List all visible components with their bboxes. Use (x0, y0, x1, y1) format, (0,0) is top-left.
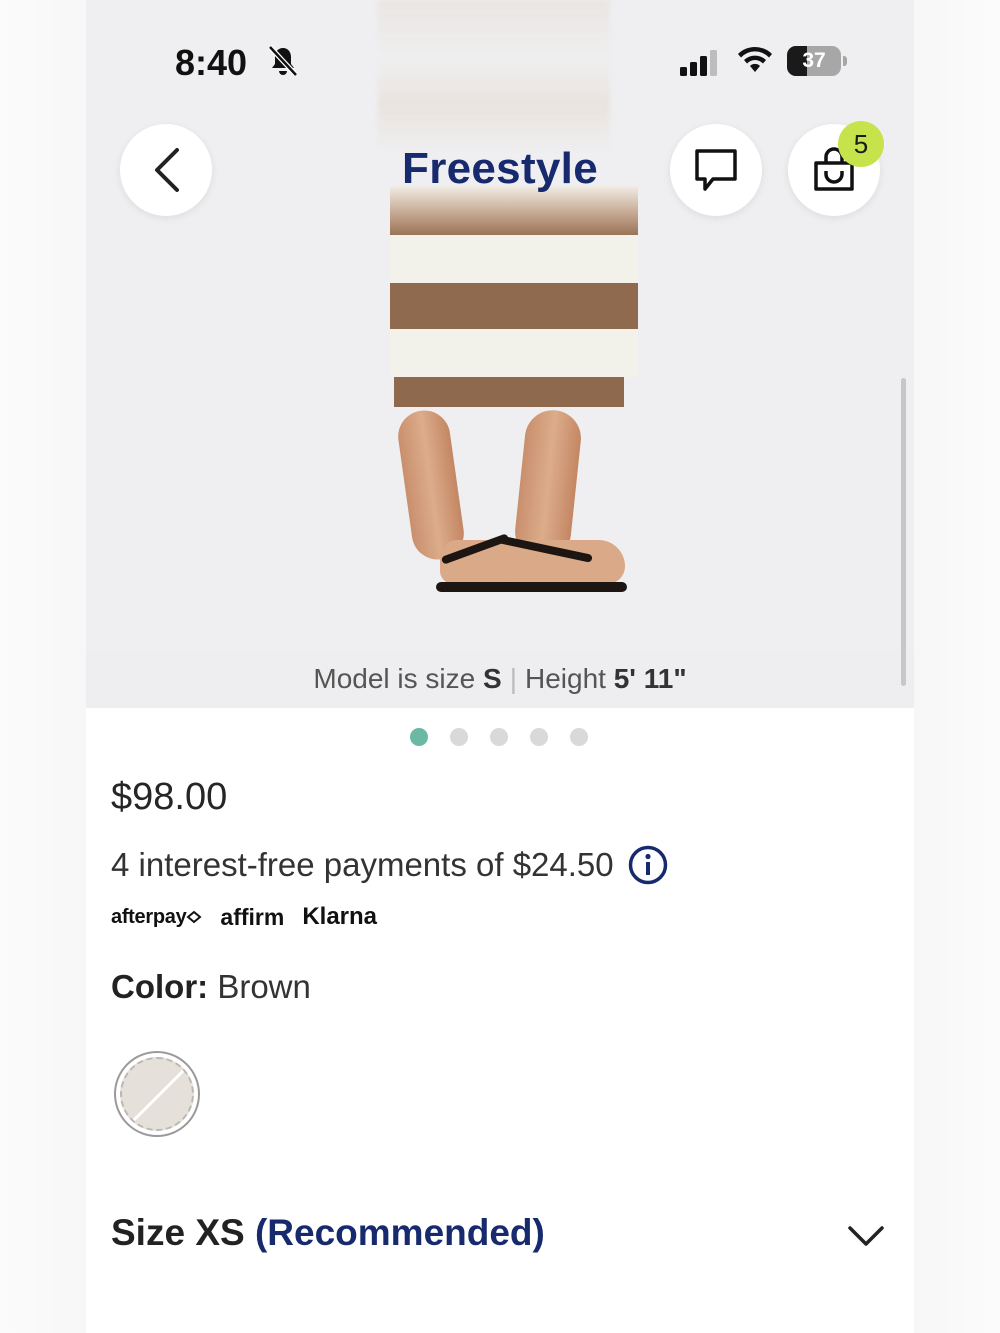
chat-button[interactable] (670, 124, 762, 216)
page-gutter-right (914, 0, 1000, 1333)
page-gutter-left (0, 0, 86, 1333)
affirm-logo: affirm (220, 903, 285, 930)
afterpay-arrows-icon (186, 910, 202, 924)
caption-divider: | (509, 663, 517, 694)
battery-level: 37 (802, 49, 826, 72)
sandal-right (505, 582, 627, 592)
chevron-down-icon[interactable] (846, 1218, 886, 1254)
carousel-dot[interactable] (570, 728, 588, 746)
chevron-left-icon (155, 148, 179, 192)
model-caption: Model is size S | Height 5' 11" (86, 650, 914, 708)
bell-off-icon (268, 45, 298, 77)
afterpay-logo: afterpay (111, 905, 187, 928)
installments-text: 4 interest-free payments of $24.50 (111, 846, 614, 883)
carousel-dot[interactable] (530, 728, 548, 746)
chat-bubble-icon (695, 149, 737, 191)
signal-icon (680, 50, 717, 76)
color-value: Brown (217, 968, 311, 1005)
cart-count-badge: 5 (838, 121, 884, 167)
wifi-icon (738, 46, 772, 72)
caption-height-value: 5' 11" (613, 663, 687, 694)
carousel-dot[interactable] (490, 728, 508, 746)
unavailable-slash-icon (126, 1066, 188, 1128)
product-skirt (390, 185, 638, 413)
battery-icon: 37 (787, 46, 847, 76)
payment-providers: afterpay affirm Klarna (111, 903, 377, 931)
caption-height-label: Height (524, 663, 606, 694)
caption-size-value: S (483, 663, 502, 694)
color-swatch-brown[interactable] (114, 1051, 200, 1137)
size-label: Size XS (111, 1212, 245, 1253)
color-label: Color: (111, 968, 209, 1005)
carousel-dots (410, 728, 588, 746)
product-image[interactable] (86, 0, 914, 708)
caption-size-label: Model is size (313, 663, 476, 694)
back-button[interactable] (120, 124, 212, 216)
klarna-logo: Klarna (302, 903, 378, 930)
size-recommended-note: (Recommended) (254, 1212, 545, 1253)
page-title: Freestyle (402, 144, 598, 193)
product-photo-top (378, 0, 610, 150)
product-price: $98.00 (111, 776, 228, 818)
color-selector-label: Color: Brown (111, 968, 311, 1006)
carousel-dot[interactable] (410, 728, 428, 746)
carousel-dot[interactable] (450, 728, 468, 746)
size-selector[interactable]: Size XS (Recommended) (111, 1212, 545, 1254)
scroll-indicator (901, 378, 906, 686)
installments-info: 4 interest-free payments of $24.50 (111, 845, 668, 885)
info-icon[interactable] (628, 845, 668, 885)
status-time: 8:40 (175, 42, 248, 83)
